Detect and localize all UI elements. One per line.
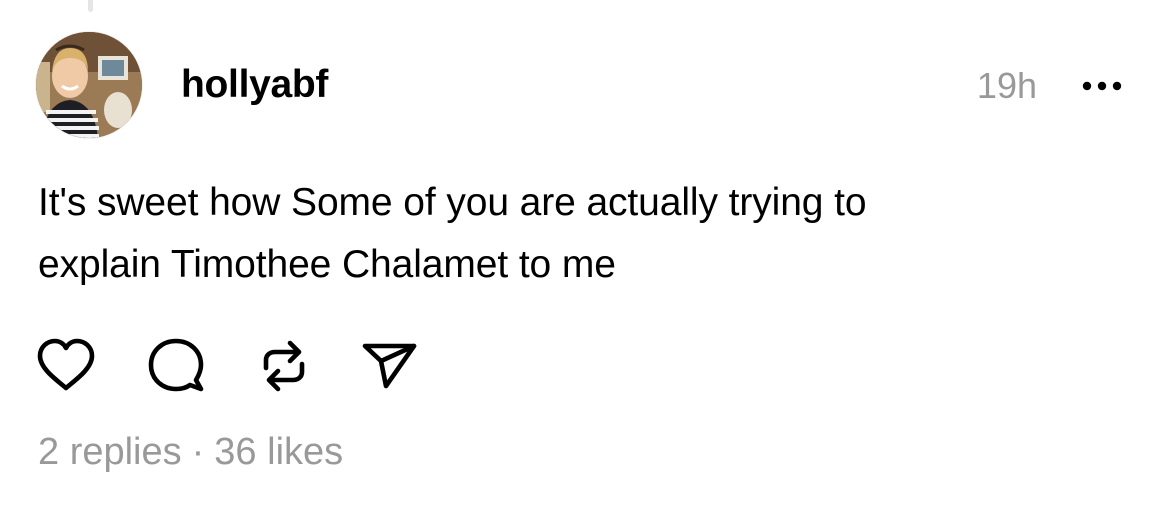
post-body: It's sweet how Some of you are actually …	[38, 172, 1118, 296]
repost-icon	[263, 340, 305, 392]
repost-button[interactable]	[254, 336, 314, 396]
username[interactable]: hollyabf	[181, 62, 328, 108]
more-options-button[interactable]	[1078, 66, 1126, 106]
stats-separator: ·	[191, 431, 205, 473]
post-stats: 2 replies · 36 likes	[38, 428, 343, 476]
heart-icon	[37, 338, 95, 391]
thread-connector-line	[88, 0, 93, 12]
likes-count[interactable]: 36 likes	[214, 431, 343, 473]
post-text-line: explain Timothee Chalamet to me	[38, 243, 616, 286]
post-timestamp: 19h	[976, 65, 1037, 106]
share-button[interactable]	[360, 336, 420, 396]
avatar[interactable]	[36, 32, 142, 138]
more-horizontal-icon	[1082, 81, 1122, 91]
replies-count[interactable]: 2 replies	[38, 431, 182, 473]
reply-button[interactable]	[146, 336, 206, 396]
profile-photo-icon	[36, 32, 142, 138]
like-button[interactable]	[36, 336, 96, 396]
comment-icon	[148, 338, 204, 392]
send-icon	[362, 343, 417, 389]
post-text-line: It's sweet how Some of you are actually …	[38, 181, 867, 224]
